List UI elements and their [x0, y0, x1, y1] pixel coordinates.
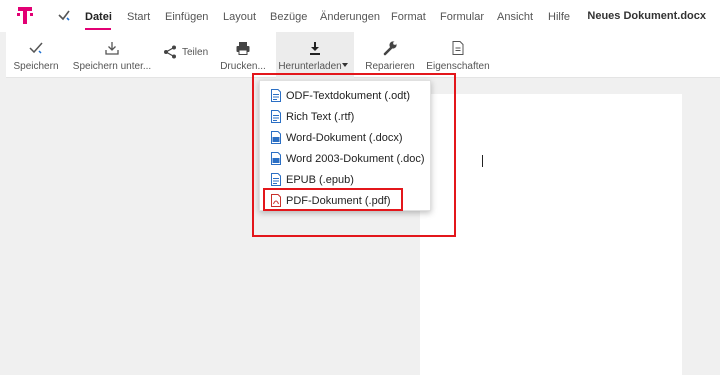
- download-icon: [310, 42, 320, 55]
- menu-einfuegen[interactable]: Einfügen: [165, 11, 208, 23]
- menu-formular[interactable]: Formular: [440, 11, 484, 23]
- properties-label: Eigenschaften: [426, 61, 490, 72]
- annotation-highlight-menu: [252, 73, 456, 237]
- share-icon: [164, 45, 176, 59]
- check-icon[interactable]: [57, 8, 71, 22]
- text-cursor: [482, 155, 483, 167]
- repair-button[interactable]: Reparieren: [364, 32, 416, 78]
- menu-layout[interactable]: Layout: [223, 11, 256, 23]
- properties-button[interactable]: Eigenschaften: [426, 32, 490, 78]
- menu-bar: Datei Start Einfügen Layout Bezüge Änder…: [0, 0, 720, 32]
- download-label: Herunterladen: [278, 61, 342, 72]
- repair-label: Reparieren: [365, 61, 415, 72]
- check-icon: [29, 42, 43, 54]
- printer-icon: [236, 42, 250, 55]
- document-title: Neues Dokument.docx: [587, 10, 706, 22]
- active-tab-indicator: [85, 28, 111, 30]
- wrench-icon: [383, 41, 397, 56]
- download-button[interactable]: Herunterladen: [276, 32, 354, 78]
- menu-format[interactable]: Format: [391, 11, 426, 23]
- menu-ansicht[interactable]: Ansicht: [497, 11, 533, 23]
- telekom-logo[interactable]: [14, 4, 36, 26]
- menu-hilfe[interactable]: Hilfe: [548, 11, 570, 23]
- share-label: Teilen: [182, 46, 209, 58]
- ribbon-toolbar: Speichern Speichern unter... Teilen Druc…: [6, 32, 720, 78]
- save-as-label: Speichern unter...: [72, 61, 152, 72]
- share-button[interactable]: Teilen: [162, 32, 210, 72]
- save-as-button[interactable]: Speichern unter...: [70, 32, 154, 78]
- annotation-highlight-pdf: [263, 188, 403, 211]
- menu-datei[interactable]: Datei: [85, 11, 112, 23]
- save-button[interactable]: Speichern: [12, 32, 60, 78]
- menu-aenderungen[interactable]: Änderungen: [320, 11, 380, 23]
- menu-bezuege[interactable]: Bezüge: [270, 11, 307, 23]
- print-label: Drucken...: [220, 61, 266, 72]
- menu-start[interactable]: Start: [127, 11, 150, 23]
- download-icon: [105, 42, 119, 55]
- chevron-down-icon: [342, 63, 348, 67]
- print-button[interactable]: Drucken...: [220, 32, 266, 78]
- document-properties-icon: [452, 41, 464, 55]
- save-label: Speichern: [13, 61, 59, 72]
- document-page[interactable]: [420, 94, 682, 375]
